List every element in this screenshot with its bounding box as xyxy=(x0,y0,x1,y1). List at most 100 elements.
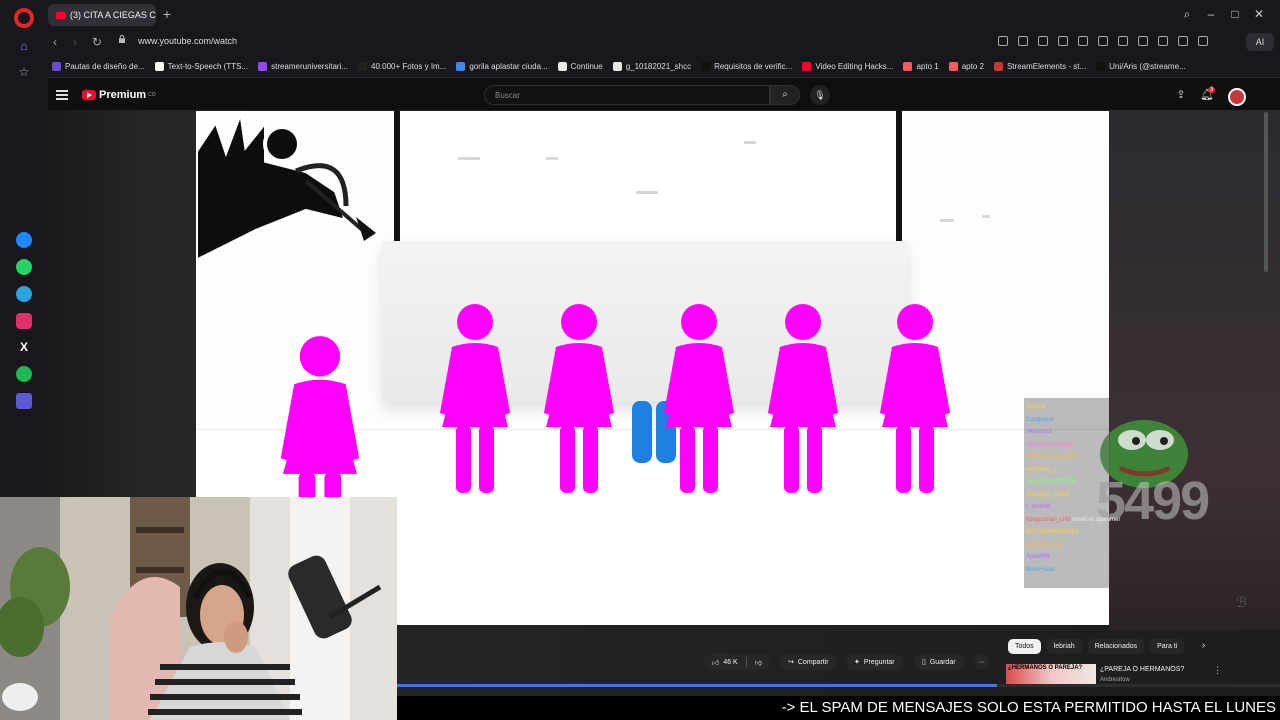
recommended-title[interactable]: ¿PAREJA O HERMANOS? xyxy=(1100,666,1184,673)
bookmark-item[interactable]: Requisitos de verific... xyxy=(701,62,792,71)
chevron-right-icon[interactable]: › xyxy=(1202,640,1205,651)
bookmark-item[interactable]: Video Editing Hacks... xyxy=(802,62,893,71)
bookmark-item[interactable]: g_10182021_shcc xyxy=(612,62,691,71)
minimize-icon[interactable]: – xyxy=(1203,7,1219,21)
chat-text: volvió el spammer xyxy=(1070,516,1121,523)
player-icon[interactable] xyxy=(16,393,32,409)
ask-button[interactable]: ✦ Preguntar xyxy=(846,654,903,670)
logo-text: Premium xyxy=(99,89,147,101)
ai-button[interactable]: AI xyxy=(1246,33,1274,51)
save-group: ▯ Guardar xyxy=(914,654,964,670)
bookmark-item[interactable]: StreamElements - st... xyxy=(993,62,1086,71)
chip-relacionados[interactable]: Relacionados xyxy=(1087,639,1145,654)
video-progress-bar[interactable] xyxy=(397,684,1280,687)
spotify-icon[interactable] xyxy=(16,366,32,382)
bookmark-item[interactable]: Continue xyxy=(557,62,603,71)
microphone-icon[interactable]: 🎙︎ xyxy=(810,85,830,105)
whatsapp-icon[interactable] xyxy=(16,259,32,275)
search-input[interactable]: Buscar xyxy=(484,85,770,105)
new-tab-icon[interactable]: + xyxy=(160,7,174,21)
bookmark-item[interactable]: apto 2 xyxy=(948,62,984,71)
video-progress-fill xyxy=(397,684,998,687)
woman-figure xyxy=(880,304,950,493)
bookmark-item[interactable]: apto 1 xyxy=(903,62,939,71)
telegram-icon[interactable] xyxy=(16,286,32,302)
x-icon[interactable]: X xyxy=(16,339,32,355)
tab-youtube[interactable]: (3) CITA A CIEGAS CON xyxy=(48,4,156,26)
bookmark-label: Continue xyxy=(570,62,603,71)
youtube-favicon-icon xyxy=(56,11,66,19)
chip-lebriah[interactable]: lebriah xyxy=(1046,639,1082,654)
share-button[interactable]: ↪ Compartir xyxy=(780,654,837,670)
hamburger-menu-icon[interactable] xyxy=(56,90,68,100)
search-button-icon[interactable]: ⌕ xyxy=(770,85,800,105)
tab-title: (3) CITA A CIEGAS CON xyxy=(70,10,156,20)
opera-logo[interactable] xyxy=(14,8,34,28)
chat-message: Conquque xyxy=(1026,417,1054,423)
avatar[interactable] xyxy=(1228,88,1246,106)
scrollbar[interactable] xyxy=(1264,112,1268,272)
forward-icon[interactable]: › xyxy=(68,35,82,49)
youtube-logo[interactable]: Premium CO xyxy=(82,89,156,101)
recommended-more-icon[interactable]: ⋮ xyxy=(1213,665,1222,676)
tab-search-icon[interactable]: ⌕ xyxy=(1179,7,1195,22)
bookmark-item[interactable]: streameruniversitari... xyxy=(258,62,348,71)
like-button[interactable]: 👍︎ 46 K 👎︎ xyxy=(704,654,770,670)
logo-country: CO xyxy=(148,92,156,98)
bookmark-label: apto 2 xyxy=(961,62,984,71)
menu-icon[interactable] xyxy=(1138,36,1148,46)
bookmark-label: streameruniversitari... xyxy=(271,62,349,71)
bookmark-item[interactable]: Text-to-Speech (TTS... xyxy=(154,62,248,71)
maximize-icon[interactable]: □ xyxy=(1227,7,1243,21)
stage-frame xyxy=(394,111,902,241)
search-icon[interactable] xyxy=(998,36,1008,46)
ask-label: Preguntar xyxy=(863,658,895,666)
url-field[interactable]: www.youtube.com/watch xyxy=(138,36,237,46)
bookmark-item[interactable]: Pautas de diseño de... xyxy=(52,62,145,71)
save-label: Guardar xyxy=(929,658,956,666)
bookmark-label: Video Editing Hacks... xyxy=(815,62,894,71)
back-icon[interactable]: ‹ xyxy=(48,35,62,49)
recommendation-chips: Todos lebriah Relacionados Para ti xyxy=(1008,639,1185,654)
recommended-channel[interactable]: Andresitow xyxy=(1100,677,1130,683)
bookmark-item[interactable]: gorila aplastar ciuda... xyxy=(456,62,548,71)
heart-icon[interactable] xyxy=(1098,36,1108,46)
play-icon[interactable] xyxy=(1078,36,1088,46)
bookmark-item[interactable]: Uni/Aris (@streame... xyxy=(1096,62,1186,71)
lock-icon xyxy=(119,35,125,43)
extension-icon[interactable] xyxy=(1178,36,1188,46)
more-actions-icon[interactable]: ··· xyxy=(974,654,989,670)
chat-username: s4lonpsl3 xyxy=(1026,429,1052,435)
close-icon[interactable]: ✕ xyxy=(1251,7,1267,21)
thumbs-down-icon[interactable]: 👎︎ xyxy=(755,658,762,667)
bookmark-favicon-icon xyxy=(948,62,958,71)
bookmark-label: Pautas de diseño de... xyxy=(65,62,145,71)
download-icon[interactable] xyxy=(1118,36,1128,46)
bookmark-favicon-icon xyxy=(557,62,567,71)
cube-icon[interactable] xyxy=(1198,36,1208,46)
save-button[interactable]: ▯ Guardar xyxy=(914,654,964,670)
messenger-icon[interactable] xyxy=(16,232,32,248)
bookmark-label: gorila aplastar ciuda... xyxy=(469,62,548,71)
shield-icon[interactable] xyxy=(1058,36,1068,46)
watermark-logo: ℬ xyxy=(1236,594,1248,610)
profile-icon[interactable] xyxy=(1158,36,1168,46)
reload-icon[interactable]: ↻ xyxy=(90,35,104,49)
recommended-thumbnail[interactable]: ¿HERMANOS O PAREJA? xyxy=(1006,664,1096,686)
speed-dial-icon[interactable]: ☆ xyxy=(16,64,32,80)
chat-message: Ahuggan_SWIN xyxy=(1026,492,1069,498)
chat-username: Icoyote xyxy=(1026,404,1046,410)
instagram-icon[interactable] xyxy=(16,313,32,329)
camera-icon[interactable] xyxy=(1038,36,1048,46)
edit-icon[interactable] xyxy=(1018,36,1028,46)
share-group: ↪ Compartir xyxy=(780,654,837,670)
divider xyxy=(745,657,747,667)
cupid-illustration xyxy=(196,111,376,261)
upload-icon[interactable]: ⇪ xyxy=(1173,88,1189,101)
bookmark-item[interactable]: 40.000+ Fotos y Im... xyxy=(358,62,446,71)
home-icon[interactable]: ⌂ xyxy=(16,38,32,54)
chat-message: s4lonpsl3 xyxy=(1026,429,1051,435)
chip-todos[interactable]: Todos xyxy=(1008,639,1041,654)
chat-message: bambillarumeagle xyxy=(1026,442,1073,448)
chip-para-ti[interactable]: Para ti xyxy=(1150,639,1185,654)
